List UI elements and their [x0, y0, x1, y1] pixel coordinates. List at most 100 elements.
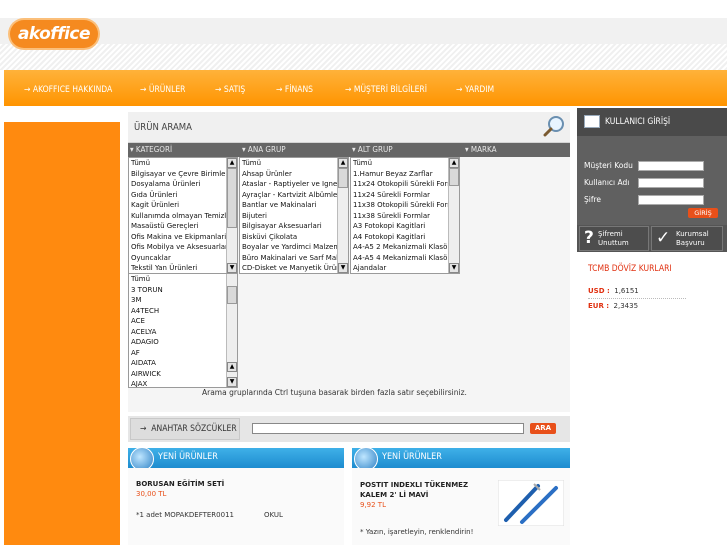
main-group-list[interactable]: Tümü Ahsap Ürünler Ataslar - Raptiyeler … — [239, 157, 349, 274]
column-header-main-group: ▾ ANA GRUP — [242, 145, 286, 154]
list-item[interactable]: AIRWICK — [129, 369, 237, 380]
list-item[interactable]: A3 Fotokopi Kagitlari — [351, 221, 459, 232]
sub-group-list[interactable]: Tümü 1.Hamur Beyaz Zarflar 11x24 Otokopi… — [350, 157, 460, 274]
list-item[interactable]: Tümü — [351, 158, 459, 169]
arrow-right-icon: → — [456, 85, 463, 95]
list-item[interactable]: Boyalar ve Yardimci Malzemeler — [240, 242, 348, 253]
magnifier-icon[interactable] — [542, 114, 566, 138]
list-item[interactable]: Ahsap Ürünler — [240, 169, 348, 180]
list-item[interactable]: A4 Fotokopi Kagitlari — [351, 232, 459, 243]
list-item[interactable]: Bilgisayar Aksesuarlari — [240, 221, 348, 232]
list-item[interactable]: Bilgisayar ve Çevre Birimleri — [129, 169, 237, 180]
list-item[interactable]: CD-Disket ve Manyetik Ürünler — [240, 263, 348, 273]
customer-code-input[interactable] — [638, 161, 704, 171]
scroll-up-icon[interactable]: ▲ — [227, 362, 237, 372]
scroll-up-icon[interactable]: ▲ — [227, 158, 237, 168]
category-list[interactable]: Tümü Bilgisayar ve Çevre Birimleri Dosya… — [128, 157, 238, 274]
product-title[interactable]: BORUSAN EĞİTİM SETİ — [136, 480, 224, 488]
list-item[interactable]: AF — [129, 348, 237, 359]
list-item[interactable]: A4-A5 2 Mekanizmali Klasör — [351, 242, 459, 253]
scroll-up-icon[interactable]: ▲ — [449, 158, 459, 168]
arrow-right-icon: → — [345, 85, 352, 95]
multi-select-hint: Arama gruplarında Ctrl tuşuna basarak bi… — [202, 388, 467, 397]
list-item[interactable]: A4TECH — [129, 306, 237, 317]
username-input[interactable] — [638, 178, 704, 188]
scrollbar[interactable]: ▲ ▼ — [448, 158, 459, 273]
password-input[interactable] — [638, 195, 704, 205]
scroll-thumb[interactable] — [227, 286, 237, 304]
list-item[interactable]: ADAGIO — [129, 337, 237, 348]
login-title: KULLANICI GİRİŞİ — [605, 117, 671, 127]
list-item[interactable]: 11x38 Otokopili Sürekli Form — [351, 200, 459, 211]
customer-code-label: Müşteri Kodu — [584, 161, 633, 170]
product-description: * Yazın, işaretleyin, renklendirin! — [360, 528, 474, 536]
scroll-thumb[interactable] — [449, 168, 459, 186]
product-category: OKUL — [264, 511, 283, 519]
nav-item-help[interactable]: → YARDIM — [456, 70, 494, 106]
left-column-gap — [4, 106, 120, 122]
product-search-header — [128, 112, 570, 143]
list-item[interactable]: ACE — [129, 316, 237, 327]
list-item[interactable]: Dosyalama Ürünleri — [129, 179, 237, 190]
username-label: Kullanıcı Adı — [584, 178, 630, 187]
scroll-down-icon[interactable]: ▼ — [227, 263, 237, 273]
scroll-down-icon[interactable]: ▼ — [338, 263, 348, 273]
keyword-input[interactable] — [252, 423, 524, 434]
list-item[interactable]: AIDATA — [129, 358, 237, 369]
list-item[interactable]: Büro Makinalari ve Sarf Malz. — [240, 253, 348, 264]
product-title[interactable]: POSTIT INDEXLI TÜKENMEZ KALEM 2' Lİ MAVİ — [360, 480, 496, 500]
currency-eur: EUR : 2,3435 — [588, 302, 639, 310]
list-item[interactable]: 3M — [129, 295, 237, 306]
scroll-up-icon[interactable]: ▲ — [338, 158, 348, 168]
list-item[interactable]: Tümü — [129, 158, 237, 169]
list-item[interactable]: Tümü — [129, 274, 237, 285]
product-price: 30,00 TL — [136, 490, 167, 498]
list-item[interactable]: 11x38 Sürekli Formlar — [351, 211, 459, 222]
list-item[interactable]: 11x24 Otokopili Sürekli Form — [351, 179, 459, 190]
arrow-right-icon: → — [140, 85, 147, 95]
list-item[interactable]: 3 TORUN — [129, 285, 237, 296]
pen-product-image[interactable] — [498, 480, 564, 526]
list-item[interactable]: 11x24 Sürekli Formlar — [351, 190, 459, 201]
list-item[interactable]: Ajandalar — [351, 263, 459, 273]
list-item[interactable]: Tekstil Yan Ürünleri — [129, 263, 237, 273]
arrow-right-icon: → — [215, 85, 222, 95]
login-button[interactable]: GİRİŞ — [688, 208, 718, 218]
list-item[interactable]: Kullanımda olmayan Temizlik — [129, 211, 237, 222]
list-item[interactable]: Ataslar - Raptiyeler ve Igneler — [240, 179, 348, 190]
scroll-down-icon[interactable]: ▼ — [227, 377, 237, 387]
list-item[interactable]: Bijuteri — [240, 211, 348, 222]
nav-item-customer-info[interactable]: → MÜŞTERİ BİLGİLERİ — [345, 70, 427, 106]
brand-list[interactable]: Tümü 3 TORUN 3M A4TECH ACE ACELYA ADAGIO… — [128, 273, 238, 388]
list-item[interactable]: Ayraçlar - Kartvizit Albümleri — [240, 190, 348, 201]
list-item[interactable]: ACELYA — [129, 327, 237, 338]
scroll-down-icon[interactable]: ▼ — [449, 263, 459, 273]
list-item[interactable]: Masaüstü Gereçleri — [129, 221, 237, 232]
list-item[interactable]: Oyuncaklar — [129, 253, 237, 264]
checkmark-icon: ✓ — [656, 228, 671, 248]
list-item[interactable]: AJAX — [129, 379, 237, 387]
list-item[interactable]: Ofis Makina ve Ekipmanlari — [129, 232, 237, 243]
forgot-password-button[interactable]: ? Şifremi Unuttum — [579, 226, 649, 251]
scroll-thumb[interactable] — [338, 168, 348, 188]
search-column-headers — [128, 143, 570, 157]
scrollbar[interactable]: ▲ ▼ — [226, 158, 237, 273]
list-item[interactable]: Tümü — [240, 158, 348, 169]
list-item[interactable]: Bantlar ve Makinalari — [240, 200, 348, 211]
list-item[interactable]: A4-A5 4 Mekanizmali Klasör — [351, 253, 459, 264]
nav-item-products[interactable]: → ÜRÜNLER — [140, 70, 186, 106]
list-item[interactable]: Kagit Ürünleri — [129, 200, 237, 211]
nav-item-sales[interactable]: → SATIŞ — [215, 70, 245, 106]
nav-item-about[interactable]: → AKOFFICE HAKKINDA — [24, 70, 112, 106]
scrollbar[interactable]: ▲ ▼ — [226, 274, 237, 387]
search-button[interactable]: ARA — [530, 423, 556, 434]
list-item[interactable]: Ofis Mobilya ve Aksesuarları — [129, 242, 237, 253]
akoffice-logo[interactable]: akoffice — [10, 20, 98, 48]
list-item[interactable]: Bisküvi Çikolata — [240, 232, 348, 243]
list-item[interactable]: 1.Hamur Beyaz Zarflar — [351, 169, 459, 180]
corporate-apply-button[interactable]: ✓ Kurumsal Başvuru — [651, 226, 723, 251]
nav-item-finance[interactable]: → FİNANS — [276, 70, 313, 106]
scrollbar[interactable]: ▲ ▼ — [337, 158, 348, 273]
list-item[interactable]: Gıda Ürünleri — [129, 190, 237, 201]
scroll-thumb[interactable] — [227, 168, 237, 228]
